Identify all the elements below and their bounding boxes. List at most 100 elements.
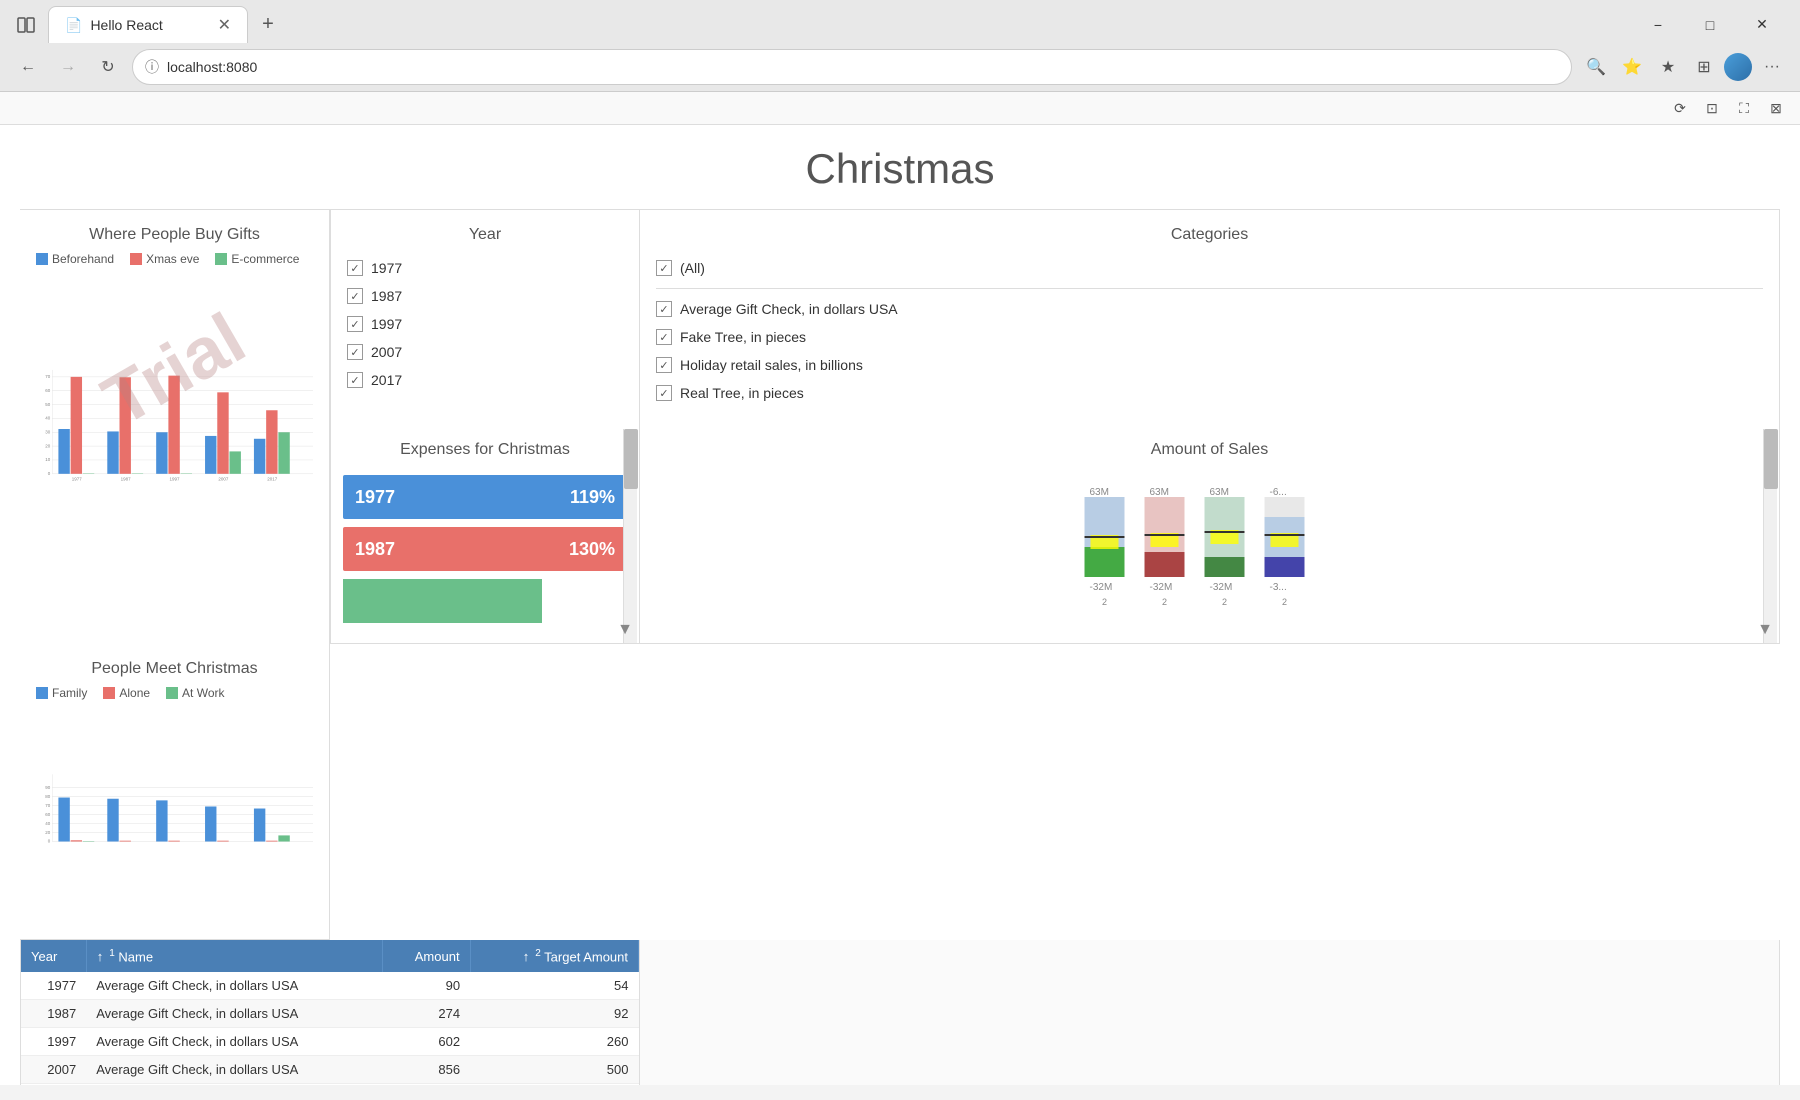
svg-text:70: 70: [45, 803, 50, 808]
expenses-scrollbar-track[interactable]: [623, 429, 637, 643]
svg-text:0: 0: [48, 839, 51, 844]
col-header-amount[interactable]: Amount: [382, 940, 470, 972]
favorites-button[interactable]: ★: [1652, 51, 1684, 83]
maximize-button[interactable]: □: [1688, 9, 1732, 41]
address-bar-row: ← → ↻ ⓘ localhost:8080 🔍 ⭐ ★ ⊞ ···: [0, 43, 1800, 91]
expense-bar-1977: 1977 119%: [343, 475, 627, 519]
legend-color-ecommerce: [215, 253, 227, 265]
collections-button[interactable]: ⊞: [1688, 51, 1720, 83]
cell-target: 260: [470, 1028, 638, 1056]
minimize-button[interactable]: −: [1636, 9, 1680, 41]
where-buy-chart-svg: 0 10 20 30 40 50 60 70: [36, 274, 313, 584]
year-checkbox-2017[interactable]: ✓ 2017: [347, 372, 623, 388]
share-button[interactable]: ⊡: [1700, 96, 1724, 120]
table-row: 2007 Average Gift Check, in dollars USA …: [21, 1056, 639, 1084]
expenses-panel: Expenses for Christmas 1977 119% 1987 13…: [330, 429, 640, 644]
legend-label-ecommerce: E-commerce: [231, 252, 299, 266]
svg-text:2: 2: [1282, 597, 1287, 605]
page-title: Christmas: [20, 125, 1780, 209]
sales-title: Amount of Sales: [652, 441, 1767, 459]
sales-scrollbar-thumb[interactable]: [1764, 429, 1778, 489]
svg-text:60: 60: [45, 388, 50, 393]
fullscreen-button[interactable]: ⛶: [1732, 96, 1756, 120]
browser-tab-active[interactable]: 📄 Hello React ✕: [48, 6, 248, 43]
svg-text:0: 0: [48, 471, 51, 476]
category-checkbox-avg-gift[interactable]: ✓ Average Gift Check, in dollars USA: [656, 301, 1763, 317]
where-chart-title: Where People Buy Gifts: [36, 226, 313, 244]
favorites-add-button[interactable]: ⭐: [1616, 51, 1648, 83]
year-checkbox-2007[interactable]: ✓ 2007: [347, 344, 623, 360]
url-text: localhost:8080: [167, 59, 1559, 75]
scroll-down-button[interactable]: ▼: [617, 621, 633, 639]
refresh-page-button[interactable]: ⟳: [1668, 96, 1692, 120]
legend-color-xmas-eve: [130, 253, 142, 265]
expenses-scrollbar-thumb[interactable]: [624, 429, 638, 489]
cell-name: Average Gift Check, in dollars USA: [86, 972, 382, 1000]
data-table: Year ↑1 Name Amount ↑2 Targe: [21, 940, 639, 1085]
expense-bar-1987: 1987 130%: [343, 527, 627, 571]
bar-year-label: 1977: [355, 487, 395, 508]
sales-scroll-down-button[interactable]: ▼: [1757, 621, 1773, 639]
checkbox-icon: ✓: [656, 329, 672, 345]
col-header-target[interactable]: ↑2 Target Amount: [470, 940, 638, 972]
browser-toolbar-right: 🔍 ⭐ ★ ⊞ ···: [1580, 51, 1788, 83]
sidebar-toggle-button[interactable]: [8, 7, 44, 43]
col-header-name[interactable]: ↑1 Name: [86, 940, 382, 972]
category-checkbox-all[interactable]: ✓ (All): [656, 260, 1763, 276]
tab-page-icon: 📄: [65, 17, 82, 34]
year-checkbox-1977[interactable]: ✓ 1977: [347, 260, 623, 276]
close-button[interactable]: ✕: [1740, 9, 1784, 41]
forward-button[interactable]: →: [52, 51, 84, 83]
tab-close-button[interactable]: ✕: [218, 15, 231, 35]
cell-year: 1997: [21, 1028, 86, 1056]
legend-beforehand: Beforehand: [36, 252, 114, 266]
svg-text:30: 30: [45, 429, 50, 434]
address-bar[interactable]: ⓘ localhost:8080: [132, 49, 1572, 85]
checkbox-icon: ✓: [656, 301, 672, 317]
svg-text:2007: 2007: [218, 477, 228, 482]
category-checkbox-real-tree[interactable]: ✓ Real Tree, in pieces: [656, 385, 1763, 401]
year-label: 1987: [371, 288, 402, 304]
checkbox-icon: ✓: [347, 372, 363, 388]
new-tab-button[interactable]: +: [252, 9, 284, 41]
profile-avatar[interactable]: [1724, 53, 1752, 81]
legend-alone: Alone: [103, 686, 150, 700]
where-chart-legend: Beforehand Xmas eve E-commerce: [36, 252, 313, 266]
settings-menu-button[interactable]: ···: [1756, 51, 1788, 83]
legend-label-alone: Alone: [119, 686, 150, 700]
checkbox-icon: ✓: [347, 316, 363, 332]
sales-scrollbar-track[interactable]: [1763, 429, 1777, 643]
cell-target: 92: [470, 1000, 638, 1028]
svg-text:-32M: -32M: [1210, 582, 1233, 593]
people-meet-christmas-panel: People Meet Christmas Family Alone At Wo…: [20, 644, 330, 940]
people-chart-title: People Meet Christmas: [36, 660, 313, 678]
close-page-button[interactable]: ⊠: [1764, 96, 1788, 120]
search-button[interactable]: 🔍: [1580, 51, 1612, 83]
table-row: 1997 Average Gift Check, in dollars USA …: [21, 1028, 639, 1056]
cell-target: 500: [470, 1056, 638, 1084]
category-checkbox-fake-tree[interactable]: ✓ Fake Tree, in pieces: [656, 329, 1763, 345]
refresh-button[interactable]: ↻: [92, 51, 124, 83]
svg-text:10: 10: [45, 457, 50, 462]
category-checkbox-retail[interactable]: ✓ Holiday retail sales, in billions: [656, 357, 1763, 373]
checkbox-icon: ✓: [656, 260, 672, 276]
expenses-title: Expenses for Christmas: [343, 441, 627, 459]
svg-text:2017: 2017: [267, 477, 277, 482]
category-label: Holiday retail sales, in billions: [680, 357, 863, 373]
svg-text:20: 20: [45, 443, 50, 448]
year-checkbox-1997[interactable]: ✓ 1997: [347, 316, 623, 332]
category-label: Fake Tree, in pieces: [680, 329, 806, 345]
cell-name: Average Gift Check, in dollars USA: [86, 1028, 382, 1056]
sales-chart-svg: 63M -32M 2 63M -32M 2: [652, 475, 1767, 605]
legend-color-family: [36, 687, 48, 699]
browser-chrome: 📄 Hello React ✕ + − □ ✕ ← → ↻ ⓘ localhos…: [0, 0, 1800, 92]
svg-text:40: 40: [45, 416, 50, 421]
svg-text:60: 60: [45, 812, 50, 817]
category-label: Average Gift Check, in dollars USA: [680, 301, 898, 317]
col-header-year[interactable]: Year: [21, 940, 86, 972]
checkbox-icon: ✓: [656, 357, 672, 373]
year-label: 2017: [371, 372, 402, 388]
year-checkbox-1987[interactable]: ✓ 1987: [347, 288, 623, 304]
svg-text:-32M: -32M: [1150, 582, 1173, 593]
back-button[interactable]: ←: [12, 51, 44, 83]
